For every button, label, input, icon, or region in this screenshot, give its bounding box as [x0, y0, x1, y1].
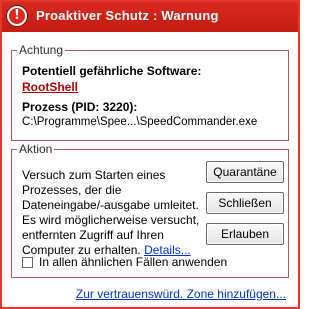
- software-label: Potentiell gefährliche Software:: [22, 64, 202, 78]
- apply-all-label[interactable]: In allen ähnlichen Fällen anwenden: [39, 255, 227, 269]
- action-description: Versuch zum Starten eines Prozesses, der…: [22, 168, 200, 258]
- quarantine-button[interactable]: Quarantäne: [206, 161, 284, 183]
- process-label: Prozess (PID: 3220):: [22, 100, 138, 114]
- process-path: C:\Programme\Spee...\SpeedCommander.exe: [22, 116, 258, 128]
- warning-exclamation-icon: !: [6, 5, 28, 27]
- trusted-zone-link[interactable]: Zur vertrauenswürd. Zone hinzufügen...: [76, 287, 286, 301]
- window-title: Proaktiver Schutz : Warnung: [36, 8, 219, 23]
- achtung-legend: Achtung: [19, 43, 64, 57]
- close-button[interactable]: Schließen: [206, 192, 284, 214]
- title-bar[interactable]: ! Proaktiver Schutz : Warnung: [2, 2, 298, 32]
- allow-button[interactable]: Erlauben: [206, 223, 284, 245]
- software-name: RootShell: [22, 80, 78, 94]
- warning-dialog: ! Proaktiver Schutz : Warnung Achtung Po…: [0, 0, 300, 309]
- apply-all-checkbox[interactable]: [22, 257, 33, 268]
- aktion-legend: Aktion: [19, 142, 53, 156]
